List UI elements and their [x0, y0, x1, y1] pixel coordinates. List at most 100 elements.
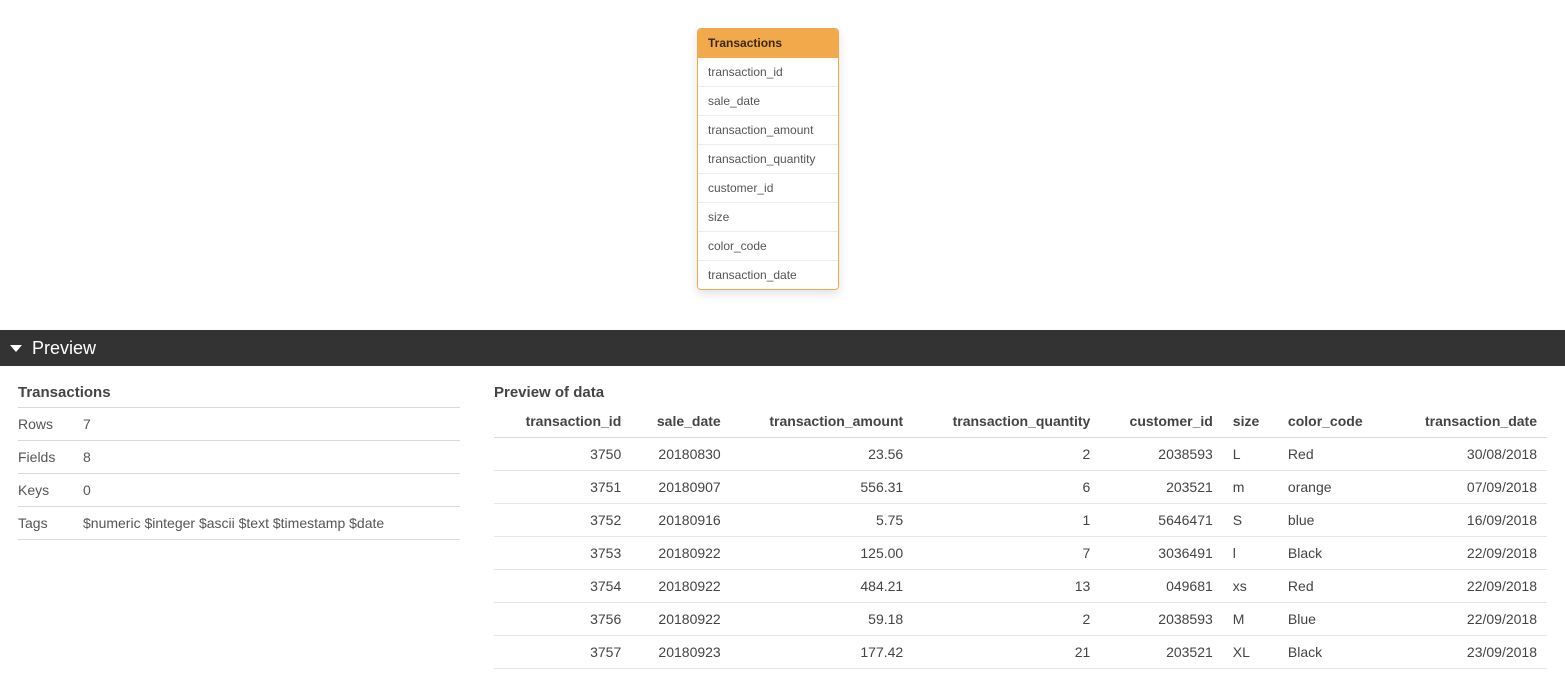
table-cell: 59.18: [731, 603, 913, 636]
table-cell: 5.75: [731, 504, 913, 537]
table-row[interactable]: 375420180922484.2113049681xsRed22/09/201…: [494, 570, 1547, 603]
preview-toggle[interactable]: Preview: [0, 330, 1565, 366]
table-cell: Red: [1278, 570, 1390, 603]
table-cell: 3757: [494, 636, 631, 669]
meta-value: 7: [83, 408, 460, 441]
table-cell: 13: [913, 570, 1100, 603]
table-cell: l: [1223, 537, 1278, 570]
column-header[interactable]: customer_id: [1100, 407, 1223, 438]
data-table: transaction_idsale_datetransaction_amoun…: [494, 407, 1547, 669]
table-cell: xs: [1223, 570, 1278, 603]
table-cell: 2038593: [1100, 438, 1223, 471]
table-cell: 177.42: [731, 636, 913, 669]
schema-field[interactable]: sale_date: [698, 86, 838, 115]
table-cell: 07/09/2018: [1390, 471, 1547, 504]
column-header[interactable]: transaction_id: [494, 407, 631, 438]
meta-title: Transactions: [18, 384, 460, 407]
table-cell: 22/09/2018: [1390, 603, 1547, 636]
table-cell: 7: [913, 537, 1100, 570]
table-cell: 21: [913, 636, 1100, 669]
table-cell: 556.31: [731, 471, 913, 504]
table-cell: 22/09/2018: [1390, 570, 1547, 603]
table-cell: m: [1223, 471, 1278, 504]
chevron-down-icon: [10, 345, 22, 352]
preview-title: Preview: [32, 338, 96, 359]
table-cell: 3756: [494, 603, 631, 636]
column-header[interactable]: transaction_quantity: [913, 407, 1100, 438]
table-cell: 20180923: [631, 636, 730, 669]
table-cell: 125.00: [731, 537, 913, 570]
table-cell: 16/09/2018: [1390, 504, 1547, 537]
meta-panel: Transactions Rows 7 Fields 8 Keys 0 Tags…: [18, 384, 460, 669]
table-cell: 20180922: [631, 537, 730, 570]
meta-row-tags: Tags $numeric $integer $ascii $text $tim…: [18, 507, 460, 540]
meta-value: 0: [83, 474, 460, 507]
table-cell: M: [1223, 603, 1278, 636]
data-panel: Preview of data transaction_idsale_datet…: [494, 384, 1547, 669]
meta-row-rows: Rows 7: [18, 408, 460, 441]
table-cell: 20180922: [631, 603, 730, 636]
schema-field[interactable]: customer_id: [698, 173, 838, 202]
table-cell: 1: [913, 504, 1100, 537]
table-cell: 23/09/2018: [1390, 636, 1547, 669]
table-cell: 3754: [494, 570, 631, 603]
table-cell: 2: [913, 603, 1100, 636]
meta-label: Tags: [18, 507, 83, 540]
table-cell: 20180830: [631, 438, 730, 471]
meta-value: 8: [83, 441, 460, 474]
meta-label: Rows: [18, 408, 83, 441]
schema-table-card[interactable]: Transactions transaction_idsale_datetran…: [697, 28, 839, 290]
table-cell: 23.56: [731, 438, 913, 471]
meta-label: Fields: [18, 441, 83, 474]
table-cell: 20180922: [631, 570, 730, 603]
table-cell: 203521: [1100, 471, 1223, 504]
table-row[interactable]: 37502018083023.5622038593LRed30/08/2018: [494, 438, 1547, 471]
meta-label: Keys: [18, 474, 83, 507]
table-cell: 484.21: [731, 570, 913, 603]
meta-row-keys: Keys 0: [18, 474, 460, 507]
column-header[interactable]: transaction_amount: [731, 407, 913, 438]
schema-field[interactable]: size: [698, 202, 838, 231]
table-cell: blue: [1278, 504, 1390, 537]
table-row[interactable]: 375320180922125.0073036491lBlack22/09/20…: [494, 537, 1547, 570]
table-cell: XL: [1223, 636, 1278, 669]
table-cell: S: [1223, 504, 1278, 537]
meta-value: $numeric $integer $ascii $text $timestam…: [83, 507, 460, 540]
table-cell: 6: [913, 471, 1100, 504]
table-row[interactable]: 375120180907556.316203521morange07/09/20…: [494, 471, 1547, 504]
table-cell: orange: [1278, 471, 1390, 504]
table-cell: Black: [1278, 636, 1390, 669]
table-cell: Red: [1278, 438, 1390, 471]
schema-field[interactable]: color_code: [698, 231, 838, 260]
table-cell: 3750: [494, 438, 631, 471]
column-header[interactable]: sale_date: [631, 407, 730, 438]
table-cell: 049681: [1100, 570, 1223, 603]
schema-field[interactable]: transaction_amount: [698, 115, 838, 144]
meta-row-fields: Fields 8: [18, 441, 460, 474]
schema-field[interactable]: transaction_quantity: [698, 144, 838, 173]
table-cell: 22/09/2018: [1390, 537, 1547, 570]
table-row[interactable]: 3752201809165.7515646471Sblue16/09/2018: [494, 504, 1547, 537]
table-cell: Black: [1278, 537, 1390, 570]
table-cell: 2: [913, 438, 1100, 471]
table-cell: 30/08/2018: [1390, 438, 1547, 471]
table-cell: 3036491: [1100, 537, 1223, 570]
column-header[interactable]: transaction_date: [1390, 407, 1547, 438]
table-row[interactable]: 375720180923177.4221203521XLBlack23/09/2…: [494, 636, 1547, 669]
table-cell: 3751: [494, 471, 631, 504]
schema-table-title[interactable]: Transactions: [698, 29, 838, 58]
column-header[interactable]: size: [1223, 407, 1278, 438]
schema-field[interactable]: transaction_date: [698, 260, 838, 289]
data-title: Preview of data: [494, 384, 1547, 407]
table-cell: 20180916: [631, 504, 730, 537]
meta-table: Rows 7 Fields 8 Keys 0 Tags $numeric $in…: [18, 407, 460, 540]
table-cell: 203521: [1100, 636, 1223, 669]
table-row[interactable]: 37562018092259.1822038593MBlue22/09/2018: [494, 603, 1547, 636]
data-header-row: transaction_idsale_datetransaction_amoun…: [494, 407, 1547, 438]
schema-field[interactable]: transaction_id: [698, 58, 838, 86]
table-cell: 3753: [494, 537, 631, 570]
column-header[interactable]: color_code: [1278, 407, 1390, 438]
preview-content: Transactions Rows 7 Fields 8 Keys 0 Tags…: [0, 366, 1565, 679]
schema-canvas[interactable]: Transactions transaction_idsale_datetran…: [0, 0, 1565, 330]
table-cell: 5646471: [1100, 504, 1223, 537]
